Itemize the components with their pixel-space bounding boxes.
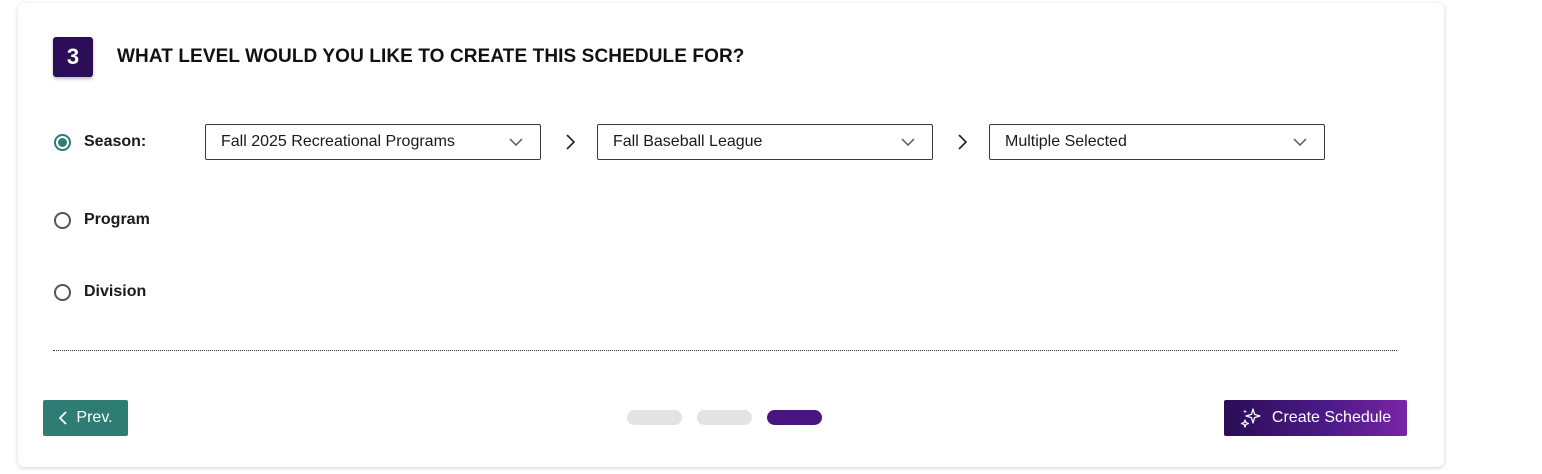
chevron-right-icon <box>566 134 576 150</box>
create-schedule-label: Create Schedule <box>1271 409 1392 426</box>
level-option-season[interactable]: Season: <box>54 133 146 151</box>
step-title: WHAT LEVEL WOULD YOU LIKE TO CREATE THIS… <box>117 46 745 67</box>
chevron-right-icon <box>958 134 968 150</box>
division-select-value: Multiple Selected <box>1005 133 1127 150</box>
step-number-badge: 3 <box>53 37 93 77</box>
season-select[interactable]: Fall 2025 Recreational Programs <box>205 124 541 160</box>
season-radio-label: Season: <box>84 133 147 150</box>
chevron-left-icon <box>59 411 68 425</box>
prev-button[interactable]: Prev. <box>43 400 128 436</box>
prev-button-label: Prev. <box>76 409 113 426</box>
program-radio-label: Program <box>84 211 150 228</box>
division-radio[interactable] <box>54 283 71 301</box>
chevron-down-icon <box>1293 138 1307 147</box>
section-divider <box>53 350 1397 351</box>
create-schedule-button[interactable]: Create Schedule <box>1224 400 1407 436</box>
program-radio[interactable] <box>54 211 71 229</box>
division-radio-label: Division <box>84 283 147 300</box>
season-radio[interactable] <box>54 133 71 151</box>
season-select-value: Fall 2025 Recreational Programs <box>221 133 455 150</box>
sparkles-icon <box>1240 408 1261 428</box>
chevron-down-icon <box>509 138 523 147</box>
pager-dot-2[interactable] <box>697 410 752 425</box>
pager-dot-3[interactable] <box>767 410 822 425</box>
schedule-step-card: 3 WHAT LEVEL WOULD YOU LIKE TO CREATE TH… <box>18 3 1444 467</box>
chevron-down-icon <box>901 138 915 147</box>
level-option-program[interactable]: Program <box>54 211 150 229</box>
level-option-division[interactable]: Division <box>54 283 146 301</box>
program-select-value: Fall Baseball League <box>613 133 763 150</box>
pager-dot-1[interactable] <box>627 410 682 425</box>
program-select[interactable]: Fall Baseball League <box>597 124 933 160</box>
division-select[interactable]: Multiple Selected <box>989 124 1325 160</box>
